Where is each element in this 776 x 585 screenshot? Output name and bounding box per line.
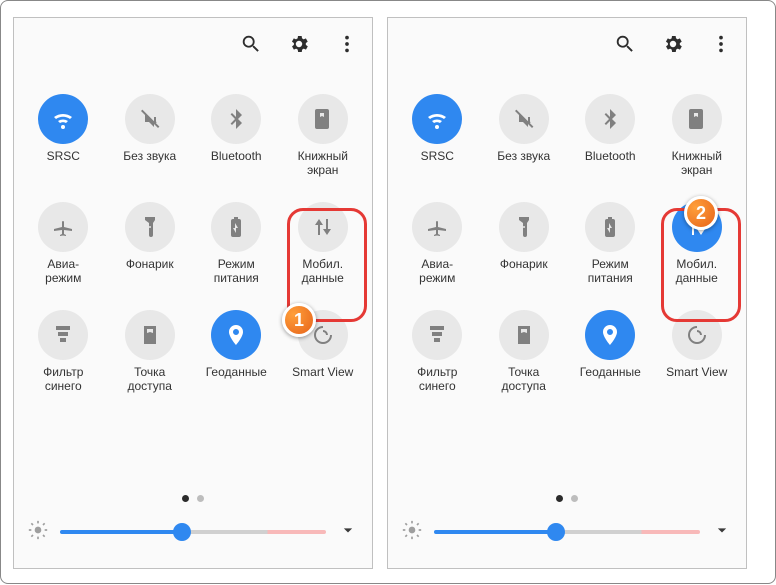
flashlight-icon [125,202,175,252]
tile-label: SRSC [47,150,80,178]
tile-label: Геоданные [206,366,267,394]
smartview-icon [672,310,722,360]
settings-icon[interactable] [288,33,310,60]
tile-label: Точка доступа [502,366,546,394]
page-dot [197,495,204,502]
page-indicator[interactable] [388,495,746,502]
brightness-thumb[interactable] [547,523,565,541]
tile-wifi[interactable]: SRSC [398,94,477,178]
tile-flashlight[interactable]: Фонарик [485,202,564,286]
tile-bluefilter[interactable]: Фильтр синего [24,310,103,394]
bluetooth-icon [211,94,261,144]
tile-airplane[interactable]: Авиа- режим [398,202,477,286]
brightness-slider[interactable] [434,530,700,534]
quick-panel-toolbar [388,18,746,74]
tile-powersave[interactable]: Режим питания [197,202,276,286]
mute-icon [499,94,549,144]
tile-label: SRSC [421,150,454,178]
book-icon [298,94,348,144]
quick-settings-grid: SRSC Без звука Bluetooth Книжный экран Авиа-… [14,74,372,394]
more-icon[interactable] [336,33,358,60]
tile-label: Smart View [666,366,727,394]
bluefilter-icon [38,310,88,360]
powersave-icon [585,202,635,252]
tile-book[interactable]: Книжный экран [658,94,737,178]
tile-label: Геоданные [580,366,641,394]
location-icon [211,310,261,360]
comparison-container: SRSC Без звука Bluetooth Книжный экран Авиа-… [1,1,775,585]
flashlight-icon [499,202,549,252]
screen-after: SRSC Без звука Bluetooth Книжный экран Авиа-… [387,17,747,569]
tile-label: Фильтр синего [43,366,83,394]
tile-label: Книжный экран [672,150,722,178]
wifi-icon [38,94,88,144]
brightness-icon [402,520,422,545]
bluefilter-icon [412,310,462,360]
tile-label: Фильтр синего [417,366,457,394]
tile-bluetooth[interactable]: Bluetooth [197,94,276,178]
brightness-expand[interactable] [712,520,732,545]
tile-label: Фонарик [126,258,174,286]
brightness-row [388,512,746,552]
tile-label: Книжный экран [298,150,348,178]
search-icon[interactable] [240,33,262,60]
tile-mute[interactable]: Без звука [111,94,190,178]
mobiledata-icon [298,202,348,252]
hotspot-icon [499,310,549,360]
brightness-slider[interactable] [60,530,326,534]
page-dot [556,495,563,502]
settings-icon[interactable] [662,33,684,60]
tile-label: Режим питания [214,258,259,286]
brightness-expand[interactable] [338,520,358,545]
powersave-icon [211,202,261,252]
tile-label: Фонарик [500,258,548,286]
brightness-row [14,512,372,552]
airplane-icon [412,202,462,252]
tile-label: Авиа- режим [419,258,455,286]
airplane-icon [38,202,88,252]
callout-badge: 2 [684,196,718,230]
book-icon [672,94,722,144]
location-icon [585,310,635,360]
tile-bluefilter[interactable]: Фильтр синего [398,310,477,394]
quick-panel-toolbar [14,18,372,74]
tile-label: Bluetooth [211,150,262,178]
callout-badge: 1 [282,303,316,337]
bluetooth-icon [585,94,635,144]
page-indicator[interactable] [14,495,372,502]
page-dot [182,495,189,502]
brightness-thumb[interactable] [173,523,191,541]
search-icon[interactable] [614,33,636,60]
quick-settings-grid: SRSC Без звука Bluetooth Книжный экран Авиа-… [388,74,746,394]
tile-label: Smart View [292,366,353,394]
tile-hotspot[interactable]: Точка доступа [111,310,190,394]
tile-label: Без звука [123,150,176,178]
tile-mute[interactable]: Без звука [485,94,564,178]
mute-icon [125,94,175,144]
tile-label: Мобил. данные [676,258,718,286]
tile-smartview[interactable]: Smart View [658,310,737,394]
tile-label: Bluetooth [585,150,636,178]
tile-location[interactable]: Геоданные [197,310,276,394]
tile-label: Режим питания [588,258,633,286]
more-icon[interactable] [710,33,732,60]
tile-airplane[interactable]: Авиа- режим [24,202,103,286]
tile-wifi[interactable]: SRSC [24,94,103,178]
hotspot-icon [125,310,175,360]
tile-powersave[interactable]: Режим питания [571,202,650,286]
tile-label: Авиа- режим [45,258,81,286]
tile-label: Мобил. данные [302,258,344,286]
brightness-icon [28,520,48,545]
page-dot [571,495,578,502]
wifi-icon [412,94,462,144]
tile-label: Без звука [497,150,550,178]
screen-before: SRSC Без звука Bluetooth Книжный экран Авиа-… [13,17,373,569]
tile-bluetooth[interactable]: Bluetooth [571,94,650,178]
tile-mobiledata[interactable]: Мобил. данные [284,202,363,286]
tile-hotspot[interactable]: Точка доступа [485,310,564,394]
tile-book[interactable]: Книжный экран [284,94,363,178]
tile-location[interactable]: Геоданные [571,310,650,394]
tile-label: Точка доступа [128,366,172,394]
tile-flashlight[interactable]: Фонарик [111,202,190,286]
